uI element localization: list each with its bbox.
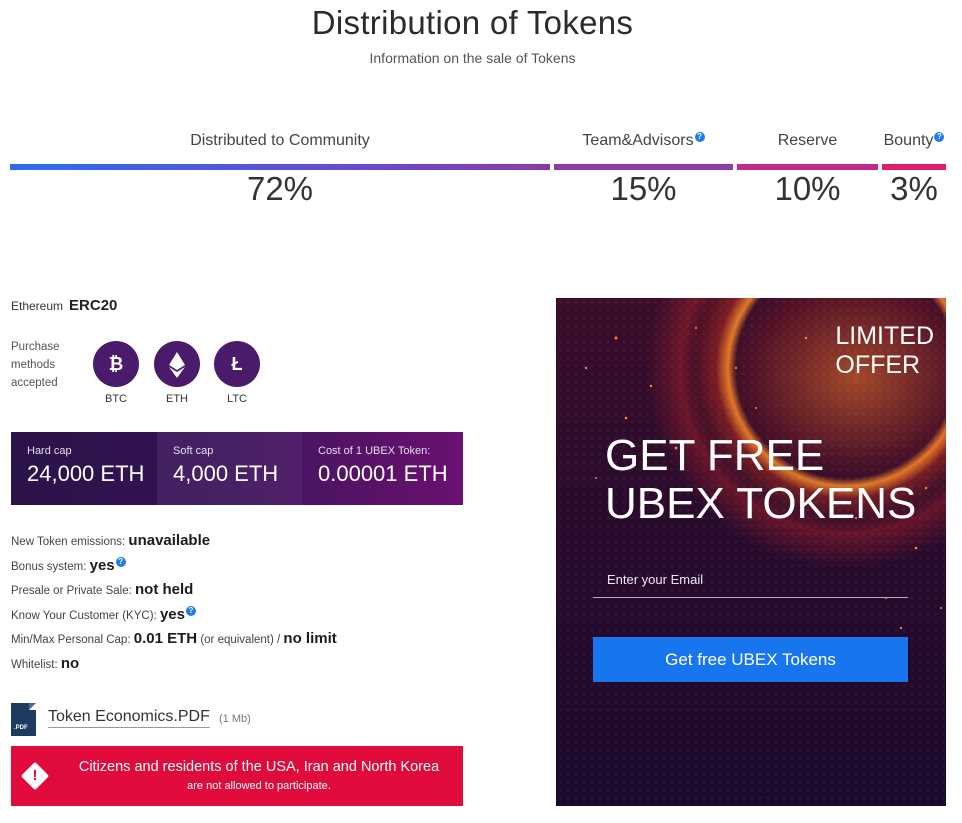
coin-btc: ₿ BTC [93, 341, 139, 405]
info-icon[interactable]: ? [185, 605, 196, 616]
distribution-label: Bounty [883, 132, 934, 149]
token-facts: New Token emissions: unavailable Bonus s… [11, 532, 337, 679]
offer-headline: GET FREE UBEX TOKENS [605, 431, 917, 528]
distribution-percent: 72% [246, 170, 314, 207]
token-standard-value: ERC20 [69, 297, 118, 314]
token-standard-label: Ethereum [11, 299, 64, 313]
fact-kyc: Know Your Customer (KYC): yes? [11, 605, 337, 631]
hard-cap: Hard cap 24,000 ETH [11, 432, 157, 505]
fact-presale: Presale or Private Sale: not held [11, 581, 194, 598]
coin-label: BTC [105, 393, 127, 405]
litecoin-icon: Ł [214, 341, 260, 387]
coin-label: LTC [227, 393, 247, 405]
pdf-size: (1 Mb) [219, 713, 251, 725]
sale-caps: Hard cap 24,000 ETH Soft cap 4,000 ETH C… [11, 432, 463, 505]
limited-offer-banner: LIMITED OFFER GET FREE UBEX TOKENS Get f… [556, 298, 946, 806]
limited-offer-badge: LIMITED OFFER [835, 322, 934, 379]
coin-ltc: Ł LTC [214, 341, 260, 405]
pdf-file-icon: .PDF [11, 703, 36, 736]
fact-bonus: Bonus system: yes? [11, 556, 337, 582]
fact-emissions: New Token emissions: unavailable [11, 532, 211, 549]
get-free-tokens-button[interactable]: Get free UBEX Tokens [593, 637, 908, 682]
warning-icon: ! [20, 761, 50, 791]
page-title: Distribution of Tokens [311, 4, 634, 41]
ethereum-icon [154, 341, 200, 387]
distribution-label: Team&Advisors [582, 132, 694, 149]
coin-eth: ETH [154, 341, 200, 405]
info-icon[interactable]: ? [934, 132, 945, 142]
pdf-link[interactable]: Token Economics.PDF [48, 708, 210, 728]
warning-text-sub: are not allowed to participate. [187, 780, 331, 792]
page-subtitle: Information on the sale of Tokens [369, 50, 576, 66]
distribution-percent: 10% [774, 170, 841, 207]
fact-whitelist: Whitelist: no [11, 654, 80, 672]
info-icon[interactable]: ? [694, 132, 705, 142]
bitcoin-icon: ₿ [93, 341, 139, 387]
restriction-warning: ! Citizens and residents of the USA, Ira… [11, 746, 463, 806]
token-standard: Ethereum ERC20 [11, 297, 117, 314]
distribution-percent: 15% [610, 170, 677, 207]
fact-personal-cap: Min/Max Personal Cap: 0.01 ETH (or equiv… [11, 630, 337, 647]
purchase-methods-label: Purchase methods accepted [11, 341, 60, 389]
token-cost: Cost of 1 UBEX Token: 0.00001 ETH [318, 445, 448, 486]
coin-label: ETH [166, 393, 188, 405]
warning-text-main: Citizens and residents of the USA, Iran … [78, 759, 440, 775]
distribution-label: Distributed to Community [190, 132, 370, 149]
soft-cap: Soft cap 4,000 ETH [157, 432, 302, 505]
email-input[interactable] [593, 562, 908, 598]
info-icon[interactable]: ? [115, 556, 126, 567]
distribution-label: Reserve [777, 132, 838, 149]
distribution-percent: 3% [890, 170, 938, 207]
